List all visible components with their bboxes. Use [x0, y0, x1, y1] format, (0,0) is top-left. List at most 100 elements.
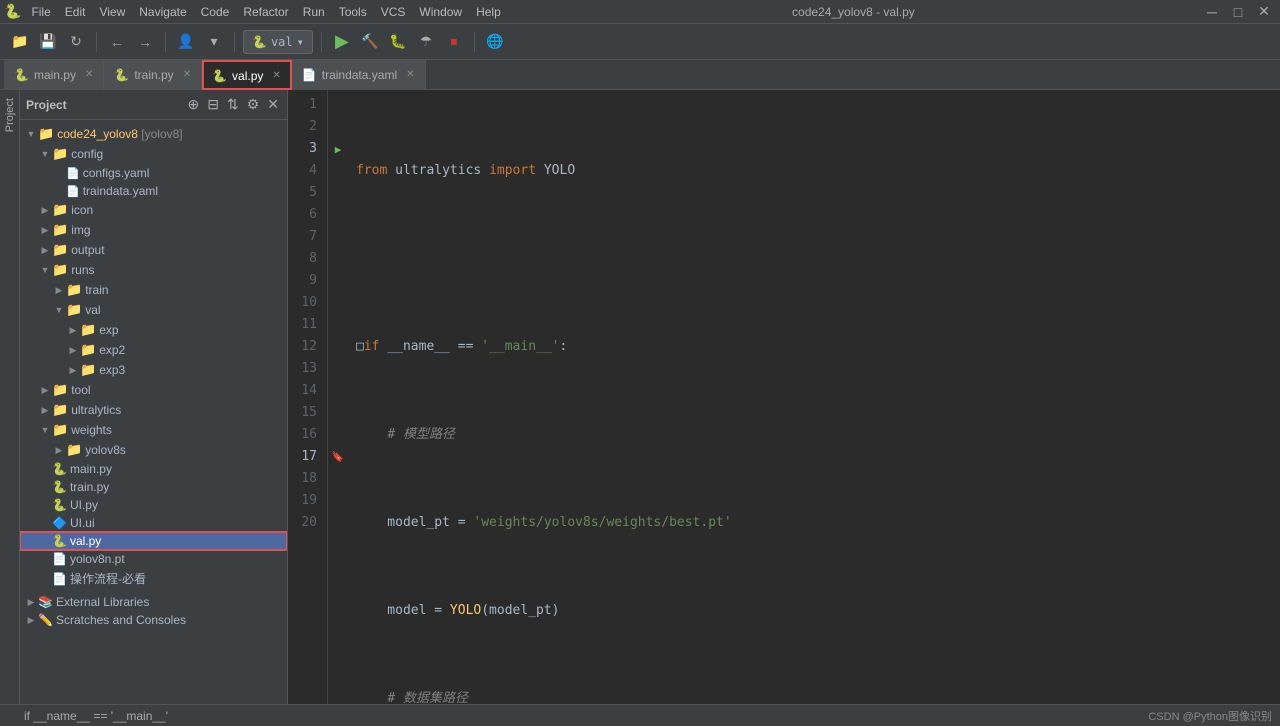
tree-yolov8s-arrow: ▶: [52, 445, 66, 456]
tree-val-folder: 📁: [66, 302, 82, 318]
tree-item-output[interactable]: ▶ 📁 output: [20, 240, 287, 260]
sidebar-expand-btn[interactable]: ⊕: [186, 94, 202, 115]
tab-close-traindata-yaml[interactable]: ✕: [406, 69, 414, 80]
tree-item-weights[interactable]: ▼ 📁 weights: [20, 420, 287, 440]
back-button[interactable]: ←: [105, 30, 129, 54]
menu-navigate[interactable]: Navigate: [133, 3, 192, 21]
tree-val-label: val: [85, 303, 100, 317]
tree-root[interactable]: ▼ 📁 code24_yolov8 [yolov8]: [20, 124, 287, 144]
menu-help[interactable]: Help: [470, 3, 507, 21]
build-button[interactable]: 🔨: [358, 30, 382, 54]
menu-run[interactable]: Run: [297, 3, 331, 21]
code-line-6: model = YOLO(model_pt): [356, 600, 1272, 622]
minimize-button[interactable]: ─: [1200, 0, 1224, 24]
tree-item-yolov8s[interactable]: ▶ 📁 yolov8s: [20, 440, 287, 460]
tree-yolov8n-label: yolov8n.pt: [70, 552, 125, 566]
tab-icon-val-py: 🐍: [212, 69, 227, 83]
tab-traindata-yaml[interactable]: 📄 traindata.yaml ✕: [292, 60, 426, 90]
menu-window[interactable]: Window: [413, 3, 468, 21]
tree-item-train-py[interactable]: ▶ 🐍 train.py: [20, 478, 287, 496]
status-bar: if __name__ == '__main__' CSDN @Python图像…: [0, 704, 1280, 726]
nav-dropdown[interactable]: ▾: [202, 30, 226, 54]
tree-item-ui-ui[interactable]: ▶ 🔷 UI.ui: [20, 514, 287, 532]
tree-val-py-arrow: ▶: [38, 536, 52, 547]
code-content[interactable]: from ultralytics import YOLO □ if __name…: [348, 90, 1280, 704]
code-editor[interactable]: 1 2 3 4 5 6 7 8 9 10 11 12 13 14 15 16 1…: [288, 90, 1280, 704]
tab-val-py[interactable]: 🐍 val.py ✕: [202, 60, 292, 90]
tree-item-yolov8n[interactable]: ▶ 📄 yolov8n.pt: [20, 550, 287, 568]
menu-view[interactable]: View: [93, 3, 131, 21]
tree-item-configs-yaml[interactable]: ▶ 📄 configs.yaml: [20, 164, 287, 182]
tree-img-folder: 📁: [52, 222, 68, 238]
translate-button[interactable]: 🌐: [483, 30, 507, 54]
tree-configs-label: configs.yaml: [83, 166, 150, 180]
tree-item-img[interactable]: ▶ 📁 img: [20, 220, 287, 240]
maximize-button[interactable]: □: [1226, 0, 1250, 24]
tree-item-exp[interactable]: ▶ 📁 exp: [20, 320, 287, 340]
tab-icon-main-py: 🐍: [14, 68, 29, 82]
debug-button[interactable]: 🐛: [386, 30, 410, 54]
sidebar-sort-btn[interactable]: ⇅: [225, 94, 241, 115]
tab-train-py[interactable]: 🐍 train.py ✕: [104, 60, 202, 90]
run-config-selector[interactable]: 🐍 val ▾: [243, 30, 313, 54]
tree-tool-arrow: ▶: [38, 385, 52, 396]
window-title: code24_yolov8 - val.py: [509, 5, 1198, 19]
tree-item-tool[interactable]: ▶ 📁 tool: [20, 380, 287, 400]
menu-refactor[interactable]: Refactor: [237, 3, 294, 21]
tree-item-exp3[interactable]: ▶ 📁 exp3: [20, 360, 287, 380]
sync-button[interactable]: ↻: [64, 30, 88, 54]
project-tab-label[interactable]: Project: [1, 90, 19, 140]
run-config-label: val: [271, 35, 293, 49]
tree-output-arrow: ▶: [38, 245, 52, 256]
tree-item-runs[interactable]: ▼ 📁 runs: [20, 260, 287, 280]
tab-close-val-py[interactable]: ✕: [272, 70, 280, 81]
tree-traindata-label: traindata.yaml: [83, 184, 158, 198]
tab-main-py[interactable]: 🐍 main.py ✕: [4, 60, 104, 90]
coverage-button[interactable]: ☂: [414, 30, 438, 54]
tree-item-ultralytics[interactable]: ▶ 📁 ultralytics: [20, 400, 287, 420]
tree-item-val-py[interactable]: ▶ 🐍 val.py: [20, 532, 287, 550]
sidebar-collapse-btn[interactable]: ⊟: [205, 94, 221, 115]
tree-exp2-label: exp2: [99, 343, 125, 357]
menu-file[interactable]: File: [25, 3, 56, 21]
line-num-1: 1: [292, 94, 323, 116]
tree-item-config[interactable]: ▼ 📁 config: [20, 144, 287, 164]
menu-vcs[interactable]: VCS: [375, 3, 412, 21]
tree-ultralytics-label: ultralytics: [71, 403, 121, 417]
tree-item-traindata[interactable]: ▶ 📄 traindata.yaml: [20, 182, 287, 200]
tree-ext-arrow: ▶: [24, 597, 38, 608]
stop-button[interactable]: ⏹: [442, 30, 466, 54]
tree-item-ui-py[interactable]: ▶ 🐍 UI.py: [20, 496, 287, 514]
sidebar-settings-btn[interactable]: ⚙: [245, 94, 262, 115]
tree-yolov8s-label: yolov8s: [85, 443, 126, 457]
tree-item-train[interactable]: ▶ 📁 train: [20, 280, 287, 300]
tab-close-train-py[interactable]: ✕: [183, 69, 191, 80]
separator-1: [96, 32, 97, 52]
close-button[interactable]: ✕: [1252, 0, 1276, 24]
menu-tools[interactable]: Tools: [333, 3, 373, 21]
run-button[interactable]: ▶: [330, 30, 354, 54]
save-button[interactable]: 💾: [36, 30, 60, 54]
run-gutter-3[interactable]: ▶: [328, 138, 348, 160]
line-num-7: 7: [292, 226, 323, 248]
tree-ui-ui-icon: 🔷: [52, 516, 67, 530]
open-button[interactable]: 📁: [8, 30, 32, 54]
tree-item-main-py[interactable]: ▶ 🐍 main.py: [20, 460, 287, 478]
forward-button[interactable]: →: [133, 30, 157, 54]
nav-button[interactable]: 👤: [174, 30, 198, 54]
tree-output-label: output: [71, 243, 104, 257]
sidebar-close-btn[interactable]: ✕: [265, 94, 281, 115]
tree-item-external-libs[interactable]: ▶ 📚 External Libraries: [20, 593, 287, 611]
menu-code[interactable]: Code: [195, 3, 236, 21]
tab-close-main-py[interactable]: ✕: [85, 69, 93, 80]
tree-exp3-label: exp3: [99, 363, 125, 377]
tree-train-py-arrow: ▶: [38, 482, 52, 493]
tree-item-exp2[interactable]: ▶ 📁 exp2: [20, 340, 287, 360]
run-config-arrow: ▾: [297, 35, 304, 49]
menu-edit[interactable]: Edit: [59, 3, 92, 21]
tree-item-val[interactable]: ▼ 📁 val: [20, 300, 287, 320]
tree-item-icon[interactable]: ▶ 📁 icon: [20, 200, 287, 220]
tree-item-scratches[interactable]: ▶ ✏️ Scratches and Consoles: [20, 611, 287, 629]
tree-item-workflow[interactable]: ▶ 📄 操作流程-必看: [20, 568, 287, 589]
tree-workflow-icon: 📄: [52, 572, 67, 586]
